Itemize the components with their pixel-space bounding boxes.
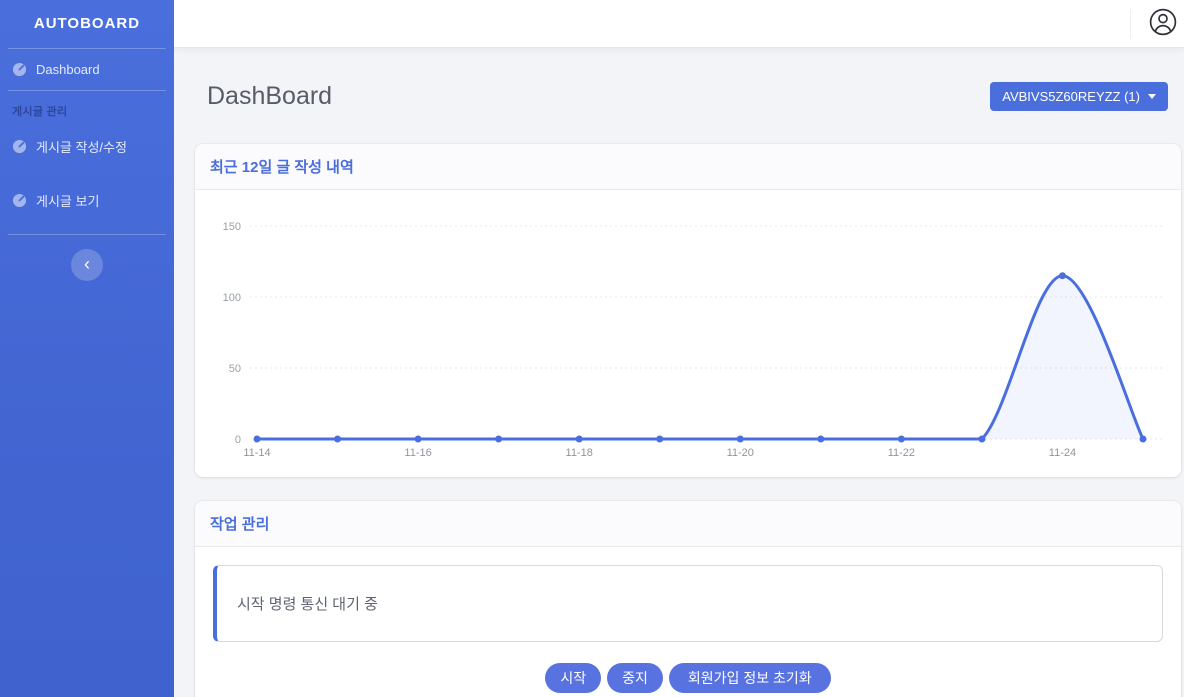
svg-text:100: 100 [223, 292, 241, 304]
svg-text:11-22: 11-22 [888, 447, 915, 459]
topbar [174, 0, 1184, 48]
brand-logo: AUTOBOARD [0, 0, 174, 48]
status-message: 시작 명령 통신 대기 중 [237, 596, 378, 613]
user-menu-button[interactable] [1149, 8, 1177, 39]
task-management-card: 작업 관리 시작 명령 통신 대기 중 시작 중지 회원가입 정보 초기화 [195, 501, 1181, 697]
topbar-divider [1130, 9, 1131, 39]
sidebar-divider [8, 234, 166, 235]
caret-down-icon [1148, 94, 1156, 99]
sidebar-collapse-button[interactable]: ‹ [71, 249, 103, 281]
main-content: DashBoard AVBIVS5Z60REYZZ (1) 최근 12일 글 작… [174, 48, 1184, 697]
chevron-left-icon: ‹ [84, 255, 90, 273]
user-circle-icon [1149, 8, 1177, 39]
svg-text:150: 150 [223, 221, 241, 233]
svg-text:0: 0 [235, 434, 241, 446]
page-title: DashBoard [207, 82, 332, 111]
svg-text:11-14: 11-14 [243, 447, 270, 459]
board-selector-dropdown[interactable]: AVBIVS5Z60REYZZ (1) [990, 82, 1168, 111]
gauge-icon [12, 193, 27, 208]
svg-text:11-16: 11-16 [404, 447, 431, 459]
recent-posts-card-title: 최근 12일 글 작성 내역 [195, 144, 1181, 190]
gauge-icon [12, 62, 27, 77]
svg-text:11-20: 11-20 [727, 447, 754, 459]
board-selector-label: AVBIVS5Z60REYZZ (1) [1002, 89, 1140, 104]
sidebar-item-label: 게시글 보기 [36, 191, 99, 210]
stop-button[interactable]: 중지 [607, 663, 663, 693]
sidebar-item-dashboard[interactable]: Dashboard [0, 49, 174, 90]
status-message-box: 시작 명령 통신 대기 중 [213, 565, 1163, 642]
sidebar-item-post-edit[interactable]: 게시글 작성/수정 [0, 124, 174, 169]
recent-posts-card: 최근 12일 글 작성 내역 0 50 100 150 11-14 11-16 11-18 1… [195, 144, 1181, 477]
reset-signup-info-button[interactable]: 회원가입 정보 초기화 [669, 663, 831, 693]
sidebar-item-label: Dashboard [36, 62, 100, 77]
sidebar: AUTOBOARD Dashboard 게시글 관리 게시글 작성/수정 게시글… [0, 0, 174, 697]
posts-line-chart[interactable]: 0 50 100 150 11-14 11-16 11-18 11-20 11-22 11-24 [195, 190, 1181, 477]
sidebar-section-label: 게시글 관리 [0, 91, 174, 124]
svg-text:50: 50 [229, 363, 241, 375]
svg-text:11-18: 11-18 [566, 447, 593, 459]
gauge-icon [12, 139, 27, 154]
sidebar-item-label: 게시글 작성/수정 [36, 137, 127, 156]
task-management-card-title: 작업 관리 [195, 501, 1181, 547]
start-button[interactable]: 시작 [545, 663, 601, 693]
sidebar-item-post-view[interactable]: 게시글 보기 [0, 178, 174, 223]
svg-text:11-24: 11-24 [1049, 447, 1076, 459]
